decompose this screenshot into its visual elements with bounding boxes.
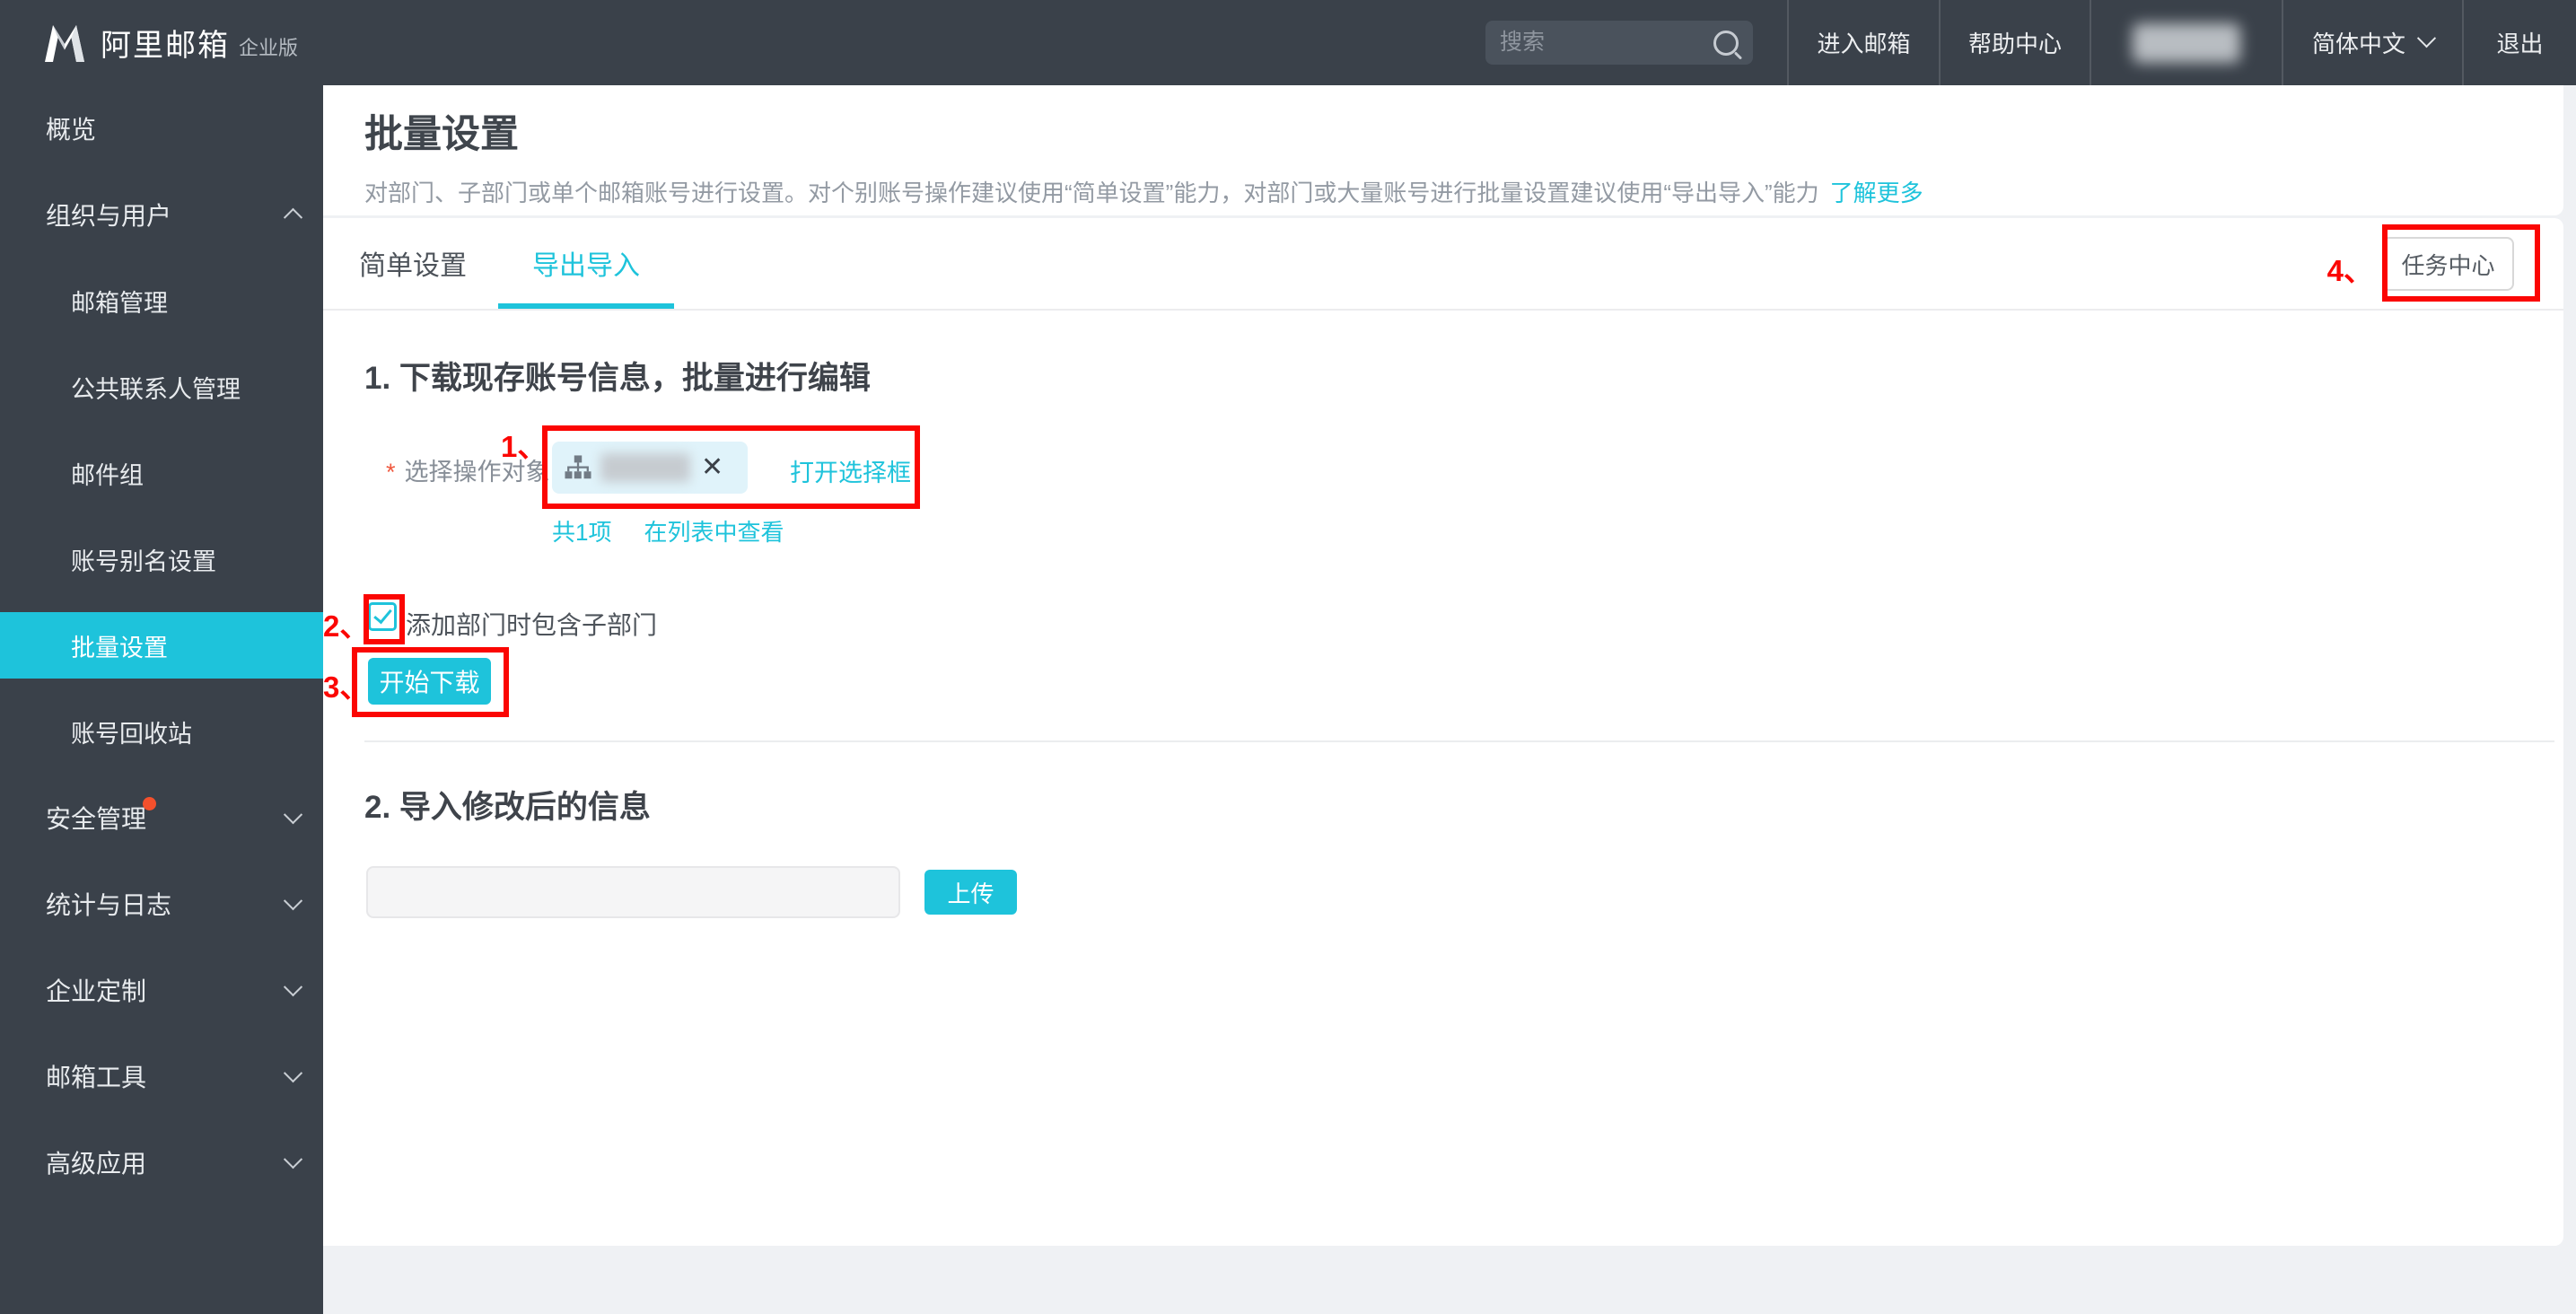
search-input[interactable] [1500, 30, 1713, 56]
sidebar-item-label: 概览 [46, 110, 96, 146]
sidebar-item-label: 批量设置 [71, 628, 168, 663]
sidebar-item-mail-groups[interactable]: 邮件组 [0, 430, 323, 516]
annotation-number-2: 2、 [323, 602, 369, 645]
brand-name: 阿里邮箱 [101, 21, 230, 65]
sidebar-item-label: 安全管理 [46, 800, 146, 836]
sidebar-item-public-contacts[interactable]: 公共联系人管理 [0, 344, 323, 430]
content-card: 简单设置 导出导入 任务中心 4、 1. 下载现存账号信息，批量进行编辑 *选择… [323, 218, 2563, 1246]
sidebar-item-overview[interactable]: 概览 [0, 85, 323, 171]
help-center-button[interactable]: 帮助中心 [1939, 0, 2090, 85]
view-in-list-link[interactable]: 在列表中查看 [644, 519, 784, 546]
main-content: 批量设置 对部门、子部门或单个邮箱账号进行设置。对个别账号操作建议使用“简单设置… [323, 85, 2576, 1314]
brand-edition: 企业版 [239, 32, 298, 61]
chevron-down-icon [284, 1064, 302, 1082]
sidebar-item-enterprise-customization[interactable]: 企业定制 [0, 947, 323, 1033]
sidebar-item-advanced-apps[interactable]: 高级应用 [0, 1119, 323, 1205]
sidebar-item-label: 账号别名设置 [71, 542, 216, 577]
start-download-button[interactable]: 开始下载 [368, 658, 491, 705]
department-name-redacted [600, 453, 690, 482]
upload-file-input[interactable] [366, 866, 900, 918]
chip-remove-icon[interactable]: ✕ [701, 454, 723, 481]
notification-dot [143, 797, 156, 810]
start-download-label: 开始下载 [379, 663, 479, 699]
tab-export-import[interactable]: 导出导入 [498, 218, 674, 309]
sidebar-item-org-users[interactable]: 组织与用户 [0, 171, 323, 258]
sidebar-item-label: 邮箱工具 [46, 1058, 146, 1094]
page-title: 批量设置 [364, 103, 519, 159]
include-subdepartments-label[interactable]: 添加部门时包含子部门 [406, 606, 657, 642]
logout-label: 退出 [2496, 26, 2543, 59]
sidebar-item-label: 账号回收站 [71, 714, 192, 749]
sidebar: 概览 组织与用户 邮箱管理 公共联系人管理 邮件组 账号别名设置 批量设置 账号… [0, 85, 323, 1314]
chevron-down-icon [284, 977, 302, 996]
alimail-logo-icon [41, 22, 88, 64]
sidebar-item-label: 邮箱管理 [71, 284, 168, 319]
search-box[interactable] [1485, 21, 1753, 65]
sidebar-item-mailbox-management[interactable]: 邮箱管理 [0, 258, 323, 344]
sidebar-item-label: 高级应用 [46, 1144, 146, 1180]
selection-count-row: 共1项 在列表中查看 [552, 514, 784, 548]
learn-more-link[interactable]: 了解更多 [1830, 180, 1923, 206]
page-header-card: 批量设置 对部门、子部门或单个邮箱账号进行设置。对个别账号操作建议使用“简单设置… [323, 85, 2563, 215]
open-selector-link[interactable]: 打开选择框 [790, 453, 911, 488]
upload-button[interactable]: 上传 [924, 870, 1017, 915]
topbar: 阿里邮箱 企业版 进入邮箱 帮助中心 简体中文 退出 [0, 0, 2576, 85]
sidebar-item-stats-logs[interactable]: 统计与日志 [0, 861, 323, 947]
logout-button[interactable]: 退出 [2462, 0, 2576, 85]
annotation-number-3: 3、 [323, 663, 369, 706]
enter-mailbox-button[interactable]: 进入邮箱 [1787, 0, 1939, 85]
chevron-down-icon [284, 1150, 302, 1169]
include-subdepartments-checkbox[interactable] [368, 602, 397, 631]
sidebar-item-alias-settings[interactable]: 账号别名设置 [0, 516, 323, 602]
chevron-down-icon [2417, 29, 2436, 48]
annotation-number-1: 1、 [501, 423, 547, 466]
help-center-label: 帮助中心 [1968, 26, 2062, 59]
section-divider [364, 740, 2554, 742]
upload-label: 上传 [947, 876, 994, 909]
topbar-right: 进入邮箱 帮助中心 简体中文 退出 [1485, 0, 2576, 85]
sidebar-item-security-management[interactable]: 安全管理 [0, 775, 323, 861]
search-icon[interactable] [1713, 31, 1739, 56]
sidebar-item-label: 组织与用户 [46, 197, 171, 232]
sidebar-item-mailbox-tools[interactable]: 邮箱工具 [0, 1033, 323, 1119]
selection-count: 共1项 [552, 519, 611, 546]
chevron-up-icon [284, 208, 302, 227]
account-name-redacted [2133, 23, 2240, 63]
sidebar-item-label: 公共联系人管理 [71, 370, 241, 405]
section2-heading: 2. 导入修改后的信息 [364, 782, 651, 828]
account-menu[interactable] [2090, 0, 2282, 85]
sidebar-item-label: 邮件组 [71, 456, 144, 491]
tab-bar: 简单设置 导出导入 [323, 218, 2563, 311]
language-label: 简体中文 [2312, 26, 2405, 59]
page-description: 对部门、子部门或单个邮箱账号进行设置。对个别账号操作建议使用“简单设置”能力，对… [364, 175, 1923, 208]
required-asterisk: * [386, 459, 396, 486]
search-wrap [1485, 0, 1787, 85]
language-selector[interactable]: 简体中文 [2282, 0, 2462, 85]
page-description-text: 对部门、子部门或单个邮箱账号进行设置。对个别账号操作建议使用“简单设置”能力，对… [364, 180, 1819, 206]
task-center-button[interactable]: 任务中心 [2382, 237, 2514, 291]
section1-heading: 1. 下载现存账号信息，批量进行编辑 [364, 353, 871, 399]
brand[interactable]: 阿里邮箱 企业版 [41, 21, 298, 65]
task-center-label: 任务中心 [2401, 248, 2494, 281]
tab-simple-settings[interactable]: 简单设置 [359, 218, 467, 309]
tab-label: 简单设置 [359, 243, 467, 283]
sidebar-item-label: 企业定制 [46, 972, 146, 1008]
sidebar-item-batch-settings[interactable]: 批量设置 [0, 602, 323, 688]
sidebar-item-account-recycle-bin[interactable]: 账号回收站 [0, 688, 323, 775]
annotation-number-4: 4、 [2327, 247, 2373, 290]
org-tree-icon [565, 455, 591, 481]
enter-mailbox-label: 进入邮箱 [1817, 26, 1910, 59]
chevron-down-icon [284, 805, 302, 824]
chevron-down-icon [284, 891, 302, 910]
tab-label: 导出导入 [532, 243, 640, 283]
selected-department-chip[interactable]: ✕ [552, 442, 748, 494]
sidebar-item-label: 统计与日志 [46, 886, 171, 922]
